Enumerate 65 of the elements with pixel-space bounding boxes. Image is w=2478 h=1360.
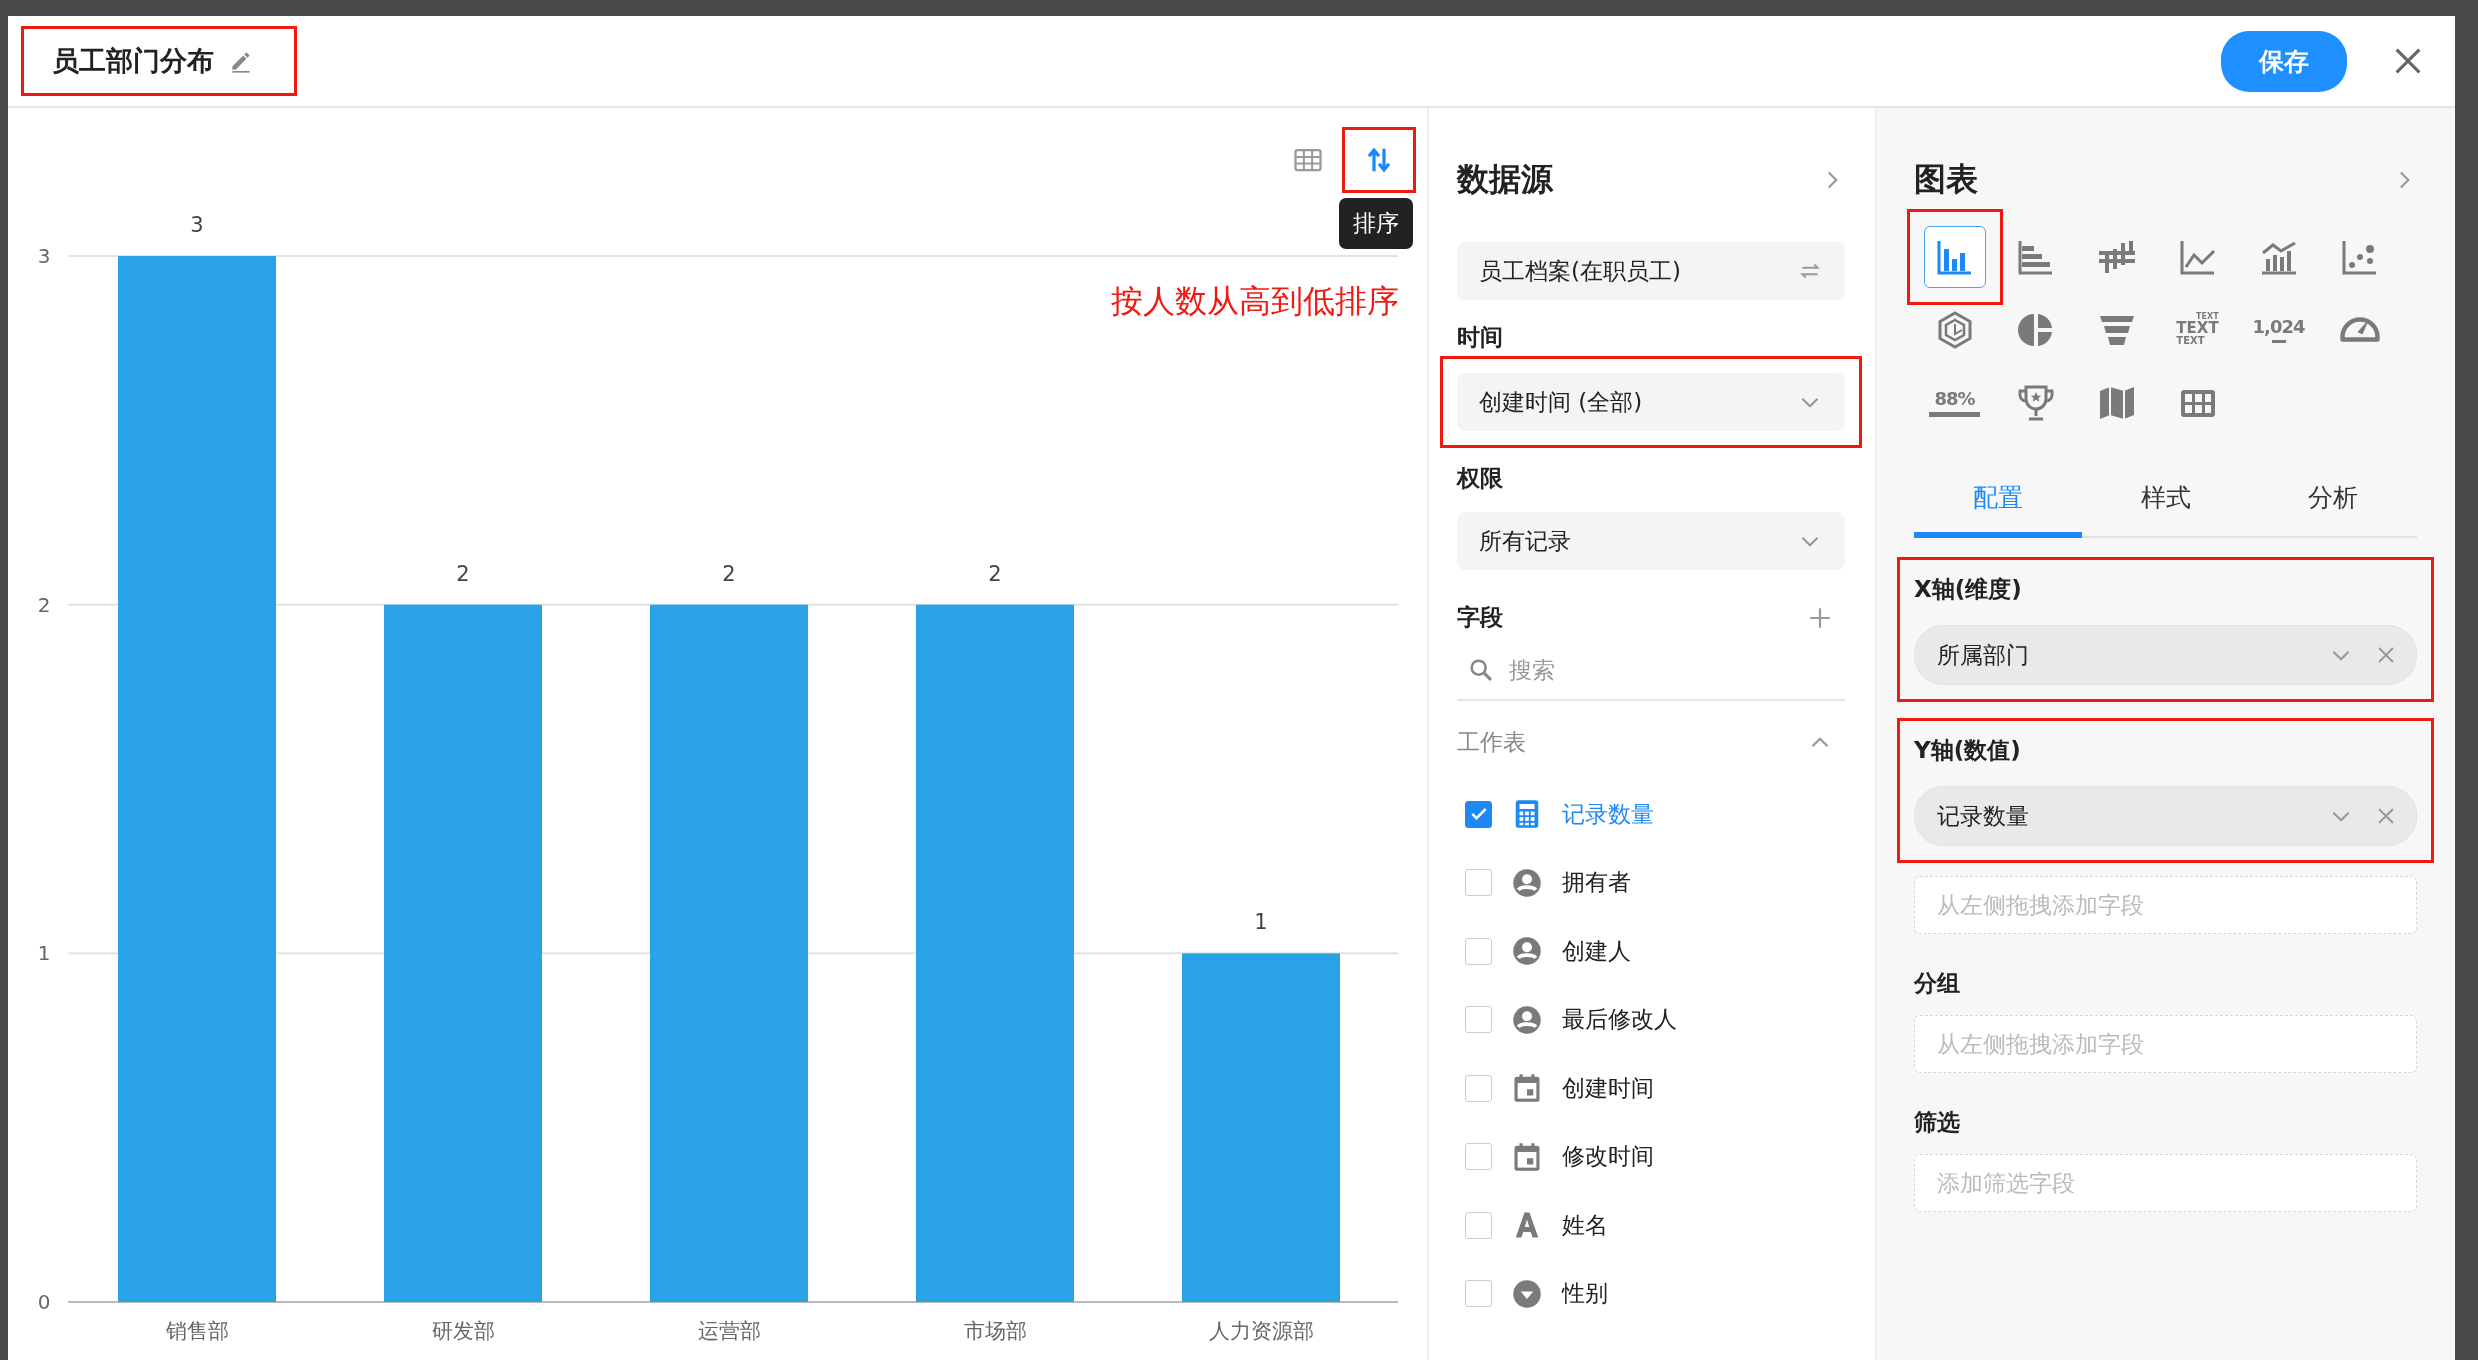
field-name[interactable]: 最后修改人 [1562,1004,1677,1036]
chart-type-option[interactable]: 1,024 [2247,298,2310,361]
person-icon [1512,867,1542,898]
value-label: 2 [988,561,1002,586]
field-label: 权限 [1457,464,1504,493]
axis-label: 0 [37,1290,51,1314]
checkbox[interactable] [1465,869,1492,897]
axis-label: 3 [37,244,51,268]
field-name[interactable]: 创建人 [1562,935,1631,967]
chart-type-option[interactable] [1923,225,1986,288]
axis-label: 市场部 [963,1319,1027,1343]
chart-type-option[interactable]: 88% [1923,371,1986,434]
checkbox[interactable] [1465,1280,1492,1308]
person-icon [1512,936,1542,967]
panel-heading: 图表 [1914,159,1978,200]
section-label: X轴(维度) [1914,575,2023,604]
value-label: 1 [1254,910,1268,935]
text-style-icon: TEXT TEXT TEXT [2176,313,2219,346]
axis-label: 研发部 [431,1319,495,1343]
checkbox[interactable] [1465,800,1492,828]
field-chip[interactable]: 记录数量 [1914,786,2417,846]
annotation-text: 按人数从高到低排序 [1111,281,1399,322]
group-heading: 工作表 [1457,728,1526,757]
field-name[interactable]: 姓名 [1562,1209,1608,1241]
sort-button[interactable] [1345,130,1413,190]
dialog-title: 员工部门分布 [52,44,214,78]
time-select[interactable]: 创建时间 (全部) [1457,373,1845,431]
section-label: Y轴(数值) [1914,736,2022,765]
permission-select[interactable]: 所有记录 [1457,512,1845,570]
axis-label: 销售部 [165,1319,229,1343]
checkbox[interactable] [1465,937,1492,965]
axis-label: 运营部 [697,1319,761,1343]
field-name[interactable]: 创建时间 [1562,1072,1654,1104]
gauge-icon [2339,317,2380,342]
dropdown-circle-icon [1512,1278,1542,1309]
section-label: 筛选 [1914,1108,1961,1137]
search-icon [1467,656,1495,684]
tab[interactable]: 样式 [2081,467,2250,538]
checkbox[interactable] [1465,1211,1492,1239]
field-name[interactable]: 性别 [1562,1278,1608,1310]
field-label: 时间 [1457,323,1504,352]
axis-label: 人力资源部 [1208,1319,1314,1343]
value-label: 2 [722,561,736,586]
checkbox[interactable] [1465,1074,1492,1102]
field-name[interactable]: 修改时间 [1562,1141,1654,1173]
chart-type-option[interactable]: TEXT TEXT TEXT [2166,298,2229,361]
value-label: 3 [190,213,204,237]
search-field[interactable]: 搜索 [1507,656,1835,684]
panel-heading: 数据源 [1457,159,1553,200]
checkbox[interactable] [1465,1006,1492,1034]
field-label: 字段 [1457,603,1503,632]
calendar-icon [1512,1141,1542,1172]
field-chip[interactable]: 所属部门 [1914,625,2417,685]
calendar-icon [1512,1073,1542,1104]
value-label: 2 [456,561,470,586]
axis-label: 2 [37,592,51,617]
section-label: 分组 [1914,969,1961,998]
field-name[interactable]: 记录数量 [1562,798,1654,830]
field-name[interactable]: 拥有者 [1562,867,1631,899]
data-source-select[interactable]: 员工档案(在职员工) [1457,242,1845,300]
tooltip: 排序 [1339,198,1413,249]
checkbox[interactable] [1465,1143,1492,1171]
person-icon [1512,1004,1542,1035]
tab[interactable]: 分析 [2249,467,2417,538]
axis-label: 1 [37,941,51,966]
